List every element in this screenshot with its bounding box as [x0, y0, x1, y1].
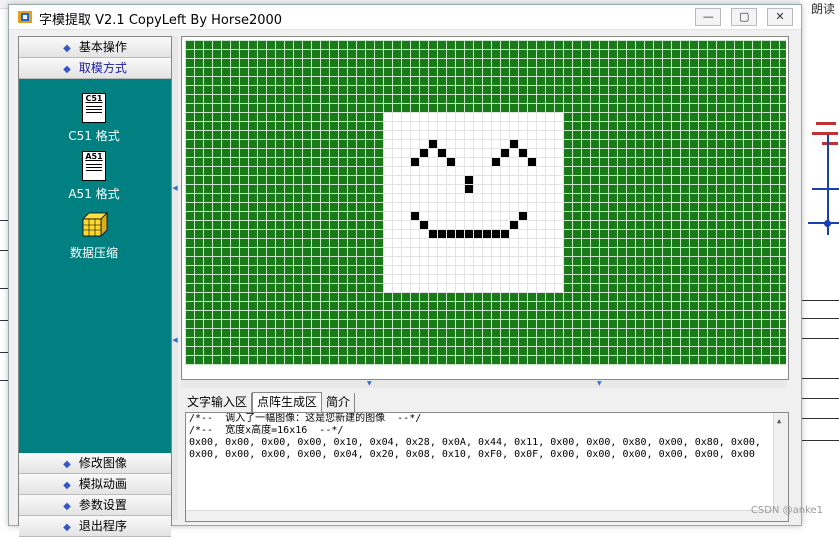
background-schematic: 朗读 — [800, 0, 839, 524]
horizontal-splitter[interactable]: ▼ ▼ — [181, 380, 787, 388]
nav-edit-image[interactable]: ◆ 修改图像 — [19, 453, 171, 474]
matrix-pixel[interactable] — [483, 230, 491, 238]
splitter-arrow-icon: ◀ — [172, 336, 178, 344]
splitter-arrow-icon: ◀ — [172, 184, 178, 192]
output-line: 0x00, 0x00, 0x00, 0x00, 0x10, 0x04, 0x28… — [189, 437, 761, 448]
scroll-up-icon[interactable]: ▲ — [777, 415, 781, 427]
tool-label: 数据压缩 — [69, 246, 118, 260]
a51-document-icon: A51 — [82, 151, 106, 181]
window-title: 字模提取 V2.1 CopyLeft By Horse2000 — [39, 13, 283, 28]
output-line: /*-- 调入了一幅图像：这是您新建的图像 --*/ — [189, 413, 422, 424]
close-button[interactable]: ✕ — [767, 8, 793, 26]
matrix-pixel[interactable] — [429, 140, 437, 148]
nav-label: 基本操作 — [78, 40, 127, 54]
matrix-pixel[interactable] — [528, 158, 536, 166]
matrix-pixel[interactable] — [510, 140, 518, 148]
title-bar[interactable]: 字模提取 V2.1 CopyLeft By Horse2000 — ▢ ✕ — [9, 5, 801, 30]
dot-matrix-canvas[interactable] — [181, 36, 789, 380]
vertical-splitter[interactable]: ◀ ◀ — [172, 36, 178, 520]
tab-bar: 文字输入区 点阵生成区 简介 — [183, 392, 356, 412]
matrix-pixel[interactable] — [438, 149, 446, 157]
matrix-pixel[interactable] — [510, 221, 518, 229]
diamond-icon: ◆ — [63, 64, 71, 75]
nav-exit[interactable]: ◆ 退出程序 — [19, 516, 171, 537]
nav-settings[interactable]: ◆ 参数设置 — [19, 495, 171, 516]
matrix-pixel[interactable] — [465, 230, 473, 238]
matrix-pixel[interactable] — [474, 230, 482, 238]
nav-label: 退出程序 — [78, 519, 127, 533]
minimize-button[interactable]: — — [695, 8, 722, 26]
image-grid-lines — [383, 112, 564, 293]
matrix-pixel[interactable] — [519, 149, 527, 157]
tool-a51-format[interactable]: A51 A51 格式 — [19, 151, 169, 202]
tools-pane: C51 C51 格式 A51 A51 格式 数据压缩 — [19, 79, 171, 453]
nav-simulate-animation[interactable]: ◆ 模拟动画 — [19, 474, 171, 495]
tool-data-compress[interactable]: 数据压缩 — [19, 211, 169, 261]
dot-matrix-grid[interactable] — [182, 37, 789, 377]
left-panel: ◆ 基本操作 ◆ 取模方式 C51 C51 格式 A51 A51 格式 数据压缩… — [18, 36, 172, 537]
matrix-pixel[interactable] — [411, 158, 419, 166]
matrix-pixel[interactable] — [429, 230, 437, 238]
nav-label: 取模方式 — [78, 61, 127, 75]
c51-document-icon: C51 — [82, 93, 106, 123]
matrix-pixel[interactable] — [411, 212, 419, 220]
tool-label: A51 格式 — [68, 187, 120, 201]
matrix-pixel[interactable] — [501, 230, 509, 238]
output-line: 0x00, 0x00, 0x00, 0x00, 0x04, 0x20, 0x08… — [189, 449, 755, 460]
splitter-arrow-icon: ▼ — [597, 380, 602, 387]
matrix-pixel[interactable] — [420, 149, 428, 157]
matrix-pixel[interactable] — [465, 185, 473, 193]
matrix-pixel[interactable] — [519, 212, 527, 220]
maximize-button[interactable]: ▢ — [731, 8, 758, 26]
doc-tag: A51 — [85, 152, 103, 161]
output-line: /*-- 宽度x高度=16x16 --*/ — [189, 425, 344, 436]
tool-c51-format[interactable]: C51 C51 格式 — [19, 93, 169, 144]
matrix-pixel[interactable] — [492, 230, 500, 238]
matrix-pixel[interactable] — [465, 176, 473, 184]
matrix-pixel[interactable] — [501, 149, 509, 157]
watermark: CSDN @anke1 — [750, 505, 823, 516]
matrix-pixel[interactable] — [447, 158, 455, 166]
tool-label: C51 格式 — [68, 129, 120, 143]
doc-tag: C51 — [85, 94, 103, 103]
diamond-icon: ◆ — [63, 43, 71, 54]
tab-text-input[interactable]: 文字输入区 — [183, 393, 253, 412]
matrix-pixel[interactable] — [492, 158, 500, 166]
matrix-pixel[interactable] — [447, 230, 455, 238]
diamond-icon: ◆ — [63, 480, 71, 491]
diamond-icon: ◆ — [63, 459, 71, 470]
matrix-pixel[interactable] — [438, 230, 446, 238]
matrix-pixel[interactable] — [456, 230, 464, 238]
output-textarea[interactable]: /*-- 调入了一幅图像：这是您新建的图像 --*/ /*-- 宽度x高度=16… — [185, 412, 789, 522]
background-label: 朗读 — [811, 2, 836, 16]
app-icon — [18, 11, 32, 23]
nav-label: 修改图像 — [78, 456, 127, 470]
horizontal-scrollbar[interactable] — [186, 510, 776, 521]
splitter-arrow-icon: ▼ — [367, 380, 372, 387]
nav-modulo-mode[interactable]: ◆ 取模方式 — [19, 58, 171, 79]
matrix-pixel[interactable] — [420, 221, 428, 229]
nav-label: 参数设置 — [78, 498, 127, 512]
nav-basic-operations[interactable]: ◆ 基本操作 — [19, 37, 171, 58]
nav-label: 模拟动画 — [78, 477, 127, 491]
compress-box-icon — [82, 212, 108, 237]
diamond-icon: ◆ — [63, 501, 71, 512]
tab-dot-matrix-output[interactable]: 点阵生成区 — [252, 392, 323, 412]
tab-about[interactable]: 简介 — [322, 393, 356, 412]
